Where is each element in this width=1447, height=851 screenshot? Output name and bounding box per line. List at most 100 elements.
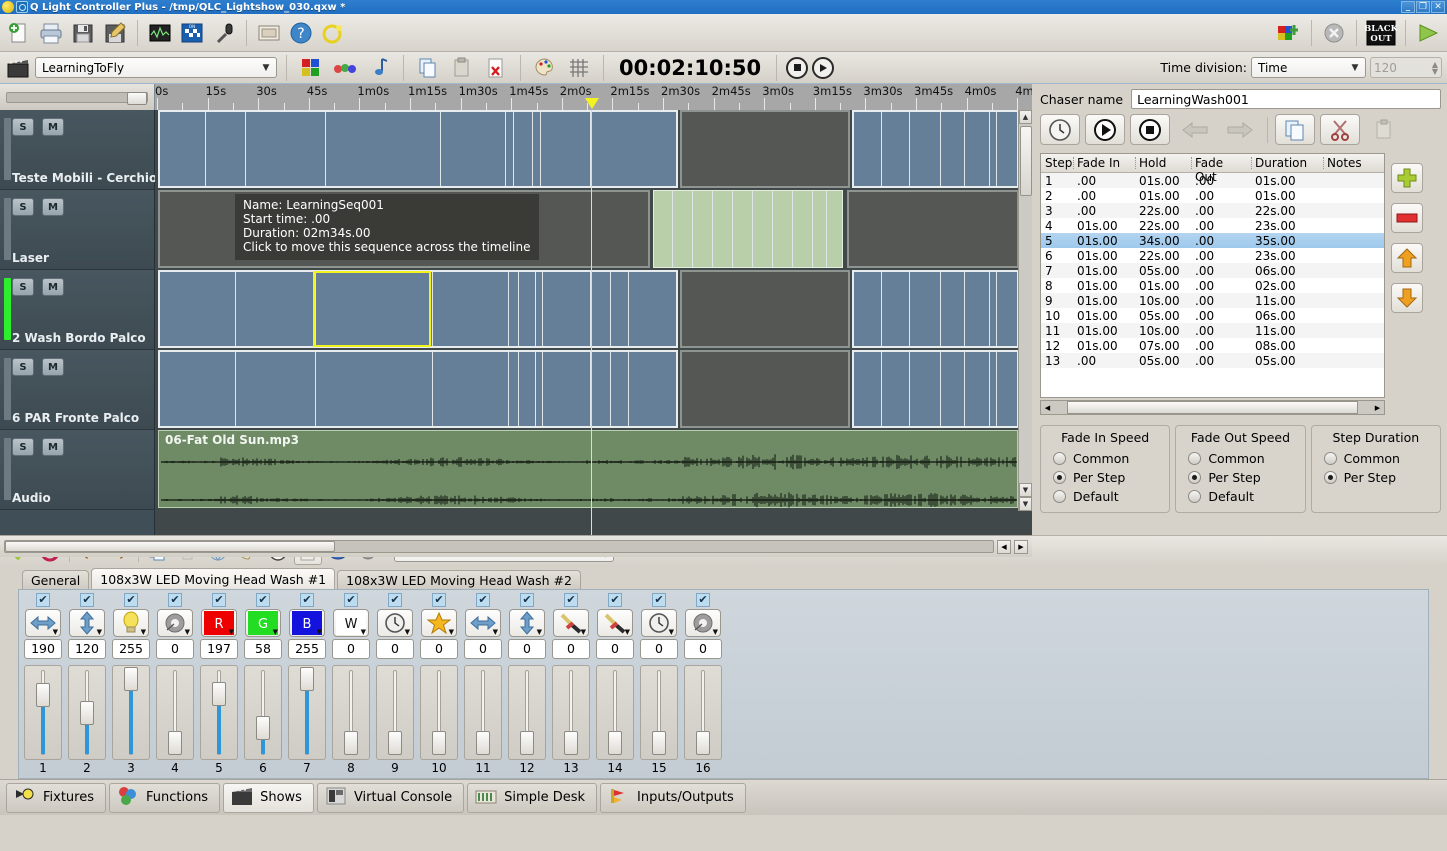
bottom-tab-inputs-outputs[interactable]: Inputs/Outputs <box>600 783 746 813</box>
step-cell-hold[interactable]: 34s.00 <box>1135 234 1191 248</box>
maximize-button[interactable]: ❐ <box>1416 1 1430 13</box>
maintenance-icon[interactable]: ▼ <box>553 609 589 637</box>
step-cell-step[interactable]: 13 <box>1041 354 1073 368</box>
timeline-ruler[interactable]: 0s15s30s45s1m0s1m15s1m30s1m45s2m0s2m15s2… <box>155 84 1032 110</box>
step-cell-hold[interactable]: 22s.00 <box>1135 204 1191 218</box>
step-cell-duration[interactable]: 01s.00 <box>1251 189 1323 203</box>
channel-value[interactable]: 0 <box>464 639 502 659</box>
track-mute-button[interactable]: M <box>42 118 64 136</box>
step-cell-fade-out[interactable]: .00 <box>1191 309 1251 323</box>
paste-button[interactable] <box>447 53 477 83</box>
audio-clip[interactable]: 06-Fat Old Sun.mp3 <box>158 430 1018 508</box>
step-cell-hold[interactable]: 22s.00 <box>1135 249 1191 263</box>
radio-indicator[interactable] <box>1188 471 1201 484</box>
step-cell-duration[interactable]: 35s.00 <box>1251 234 1323 248</box>
speed-clock-icon[interactable]: ▼ <box>641 609 677 637</box>
white-icon[interactable]: W▼ <box>333 609 369 637</box>
channel-checkbox[interactable]: ✔ <box>300 593 314 607</box>
steps-column-header[interactable]: Step <box>1041 154 1073 172</box>
gobo-icon[interactable]: ▼ <box>157 609 193 637</box>
step-cell-hold[interactable]: 05s.00 <box>1135 354 1191 368</box>
step-cell-hold[interactable]: 05s.00 <box>1135 309 1191 323</box>
channel-slider[interactable] <box>112 665 150 760</box>
track-header[interactable]: SM6 PAR Fronte Palco <box>0 350 154 430</box>
channel-value[interactable]: 120 <box>68 639 106 659</box>
chaser-stop-button[interactable] <box>1130 114 1170 145</box>
radio-indicator[interactable] <box>1324 471 1337 484</box>
step-cell-duration[interactable]: 23s.00 <box>1251 219 1323 233</box>
step-cell-fade-in[interactable]: 01s.00 <box>1073 264 1135 278</box>
track-mute-button[interactable]: M <box>42 438 64 456</box>
step-cell-fade-in[interactable]: 01s.00 <box>1073 339 1135 353</box>
step-cell-hold[interactable]: 01s.00 <box>1135 174 1191 188</box>
radio-indicator[interactable] <box>1324 452 1337 465</box>
add-fixture-button[interactable] <box>1274 18 1304 48</box>
step-cell-step[interactable]: 9 <box>1041 294 1073 308</box>
step-cell-fade-out[interactable]: .00 <box>1191 249 1251 263</box>
green-icon[interactable]: G▼ <box>245 609 281 637</box>
chevron-down-icon[interactable]: ▼ <box>141 629 146 635</box>
channel-slider[interactable] <box>508 665 546 760</box>
channel-slider[interactable] <box>68 665 106 760</box>
steps-hscroll-thumb[interactable] <box>1067 401 1358 414</box>
track-mute-button[interactable]: M <box>42 358 64 376</box>
slider-knob[interactable] <box>168 731 182 755</box>
blackout-button[interactable]: BLACKOUT <box>1364 18 1398 48</box>
gobo-icon[interactable]: ▼ <box>685 609 721 637</box>
step-cell-duration[interactable]: 11s.00 <box>1251 294 1323 308</box>
slider-knob[interactable] <box>344 731 358 755</box>
bottom-tab-functions[interactable]: Functions <box>109 783 220 813</box>
radio-indicator[interactable] <box>1053 471 1066 484</box>
channel-slider[interactable] <box>640 665 678 760</box>
slider-knob[interactable] <box>476 731 490 755</box>
track-header-scroll[interactable] <box>0 84 155 110</box>
scroll-right-icon[interactable]: ▶ <box>1371 404 1384 412</box>
slider-knob[interactable] <box>300 667 314 691</box>
speed-radio-option[interactable]: Per Step <box>1312 468 1440 487</box>
sequence-block-dim[interactable] <box>680 350 850 428</box>
track-mute-button[interactable]: M <box>42 278 64 296</box>
channel-checkbox[interactable]: ✔ <box>564 593 578 607</box>
bottom-tab-shows[interactable]: Shows <box>223 783 314 813</box>
step-cell-step[interactable]: 4 <box>1041 219 1073 233</box>
track-solo-button[interactable]: S <box>12 438 34 456</box>
chevron-down-icon[interactable]: ▼ <box>229 629 234 635</box>
slider-knob[interactable] <box>520 731 534 755</box>
chaser-steps-table[interactable]: StepFade InHoldFade OutDurationNotes 1.0… <box>1040 153 1385 398</box>
channel-value[interactable]: 0 <box>156 639 194 659</box>
fixture-tab[interactable]: General <box>22 570 89 589</box>
chevron-down-icon[interactable]: ▼ <box>405 629 410 635</box>
scroll-down-icon-2[interactable]: ▼ <box>1019 497 1032 511</box>
channel-value[interactable]: 0 <box>640 639 678 659</box>
chevron-down-icon[interactable]: ▼ <box>493 629 498 635</box>
channel-slider[interactable] <box>332 665 370 760</box>
step-cell-fade-in[interactable]: .00 <box>1073 189 1135 203</box>
laser-sequence-block[interactable] <box>653 190 843 268</box>
panic-button[interactable] <box>1319 18 1349 48</box>
minimize-button[interactable]: _ <box>1401 1 1415 13</box>
chevron-down-icon[interactable]: ▼ <box>53 629 58 635</box>
channel-checkbox[interactable]: ✔ <box>696 593 710 607</box>
header-scrollbar[interactable] <box>6 92 148 103</box>
remove-step-button[interactable] <box>1391 203 1423 233</box>
new-document-button[interactable] <box>4 18 34 48</box>
channel-value[interactable]: 0 <box>508 639 546 659</box>
steps-column-header[interactable]: Notes <box>1323 154 1383 172</box>
step-cell-hold[interactable]: 22s.00 <box>1135 219 1191 233</box>
step-cell-duration[interactable]: 08s.00 <box>1251 339 1323 353</box>
steps-column-header[interactable]: Hold <box>1135 154 1191 172</box>
step-cell-fade-out[interactable]: .00 <box>1191 189 1251 203</box>
chevron-down-icon[interactable]: ▼ <box>669 629 674 635</box>
channel-checkbox[interactable]: ✔ <box>36 593 50 607</box>
step-cell-fade-in[interactable]: 01s.00 <box>1073 219 1135 233</box>
move-step-up-button[interactable] <box>1391 243 1423 273</box>
new-audio-track-button[interactable] <box>364 53 394 83</box>
channel-slider[interactable] <box>596 665 634 760</box>
scroll-down-icon[interactable]: ▼ <box>1019 483 1032 497</box>
tilt-icon[interactable]: ▼ <box>509 609 545 637</box>
about-button[interactable] <box>318 18 348 48</box>
track-header[interactable]: SMTeste Mobili - Cerchio <box>0 110 154 190</box>
track-mute-button[interactable]: M <box>42 198 64 216</box>
chevron-down-icon[interactable]: ▼ <box>273 629 278 635</box>
channel-value[interactable]: 255 <box>112 639 150 659</box>
